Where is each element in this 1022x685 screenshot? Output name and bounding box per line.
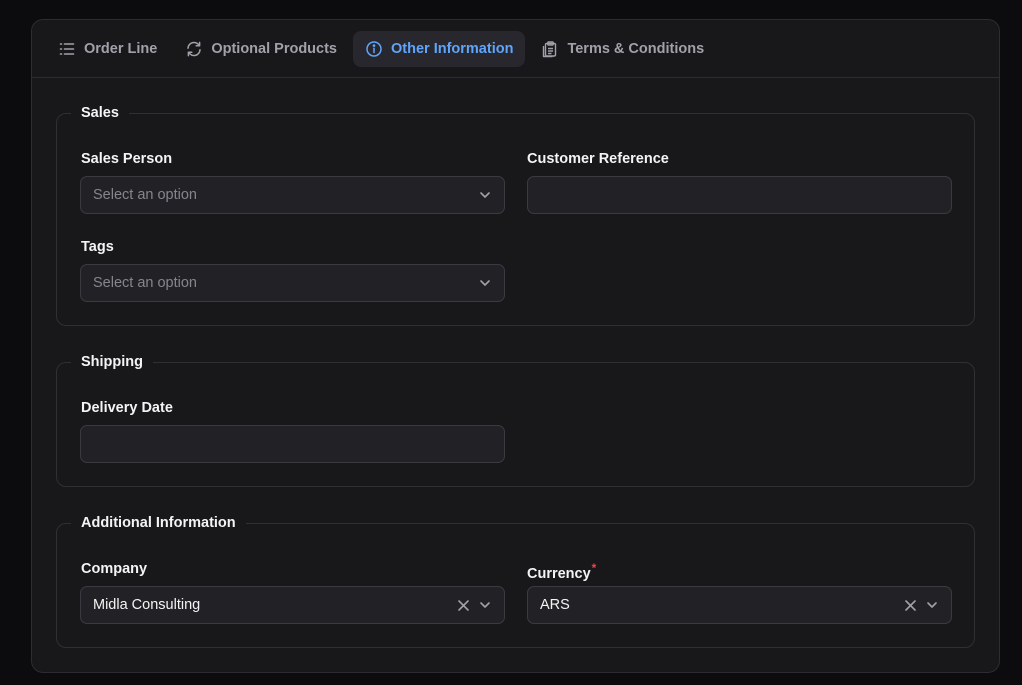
clipboard-icon xyxy=(541,40,559,58)
section-title: Sales xyxy=(81,105,119,121)
tab-optional-products[interactable]: Optional Products xyxy=(173,31,349,67)
select-placeholder: Select an option xyxy=(93,275,197,291)
currency-select[interactable]: ARS xyxy=(527,586,952,624)
tags-label: Tags xyxy=(81,239,114,255)
required-marker: * xyxy=(591,561,597,575)
currency-label-text: Currency xyxy=(527,565,591,582)
tab-label: Terms & Conditions xyxy=(567,40,705,57)
tab-other-information[interactable]: Other Information xyxy=(353,30,526,67)
customer-reference-label: Customer Reference xyxy=(527,151,669,167)
clear-icon[interactable] xyxy=(904,599,917,612)
form-panel: Order Line Optional Products Other Infor… xyxy=(31,19,1000,673)
company-select[interactable]: Midla Consulting xyxy=(80,586,505,624)
chevron-down-icon xyxy=(480,192,490,198)
tab-order-line[interactable]: Order Line xyxy=(46,31,169,67)
company-label: Company xyxy=(81,561,148,577)
tab-label: Other Information xyxy=(391,40,514,57)
refresh-icon xyxy=(185,40,203,58)
select-value: ARS xyxy=(540,597,570,613)
customer-reference-input[interactable] xyxy=(527,176,952,214)
tab-label: Order Line xyxy=(84,40,158,57)
delivery-date-input[interactable] xyxy=(80,425,505,463)
tab-bar: Order Line Optional Products Other Infor… xyxy=(32,20,999,78)
info-icon xyxy=(365,40,383,58)
additional-information-section: Additional Information xyxy=(56,514,975,648)
section-title: Shipping xyxy=(81,354,144,370)
sales-person-select[interactable]: Select an option xyxy=(80,176,505,214)
currency-label: Currency* xyxy=(527,561,596,582)
shipping-section: Shipping xyxy=(56,353,975,487)
chevron-down-icon xyxy=(480,280,490,286)
sales-person-label: Sales Person xyxy=(81,151,173,167)
list-icon xyxy=(58,40,76,58)
select-placeholder: Select an option xyxy=(93,187,197,203)
tags-select[interactable]: Select an option xyxy=(80,264,505,302)
chevron-down-icon xyxy=(927,602,937,608)
select-value: Midla Consulting xyxy=(93,597,201,613)
clear-icon[interactable] xyxy=(457,599,470,612)
tab-terms-conditions[interactable]: Terms & Conditions xyxy=(529,31,716,67)
chevron-down-icon xyxy=(480,602,490,608)
delivery-date-label: Delivery Date xyxy=(81,400,173,416)
section-title: Additional Information xyxy=(81,515,236,531)
tab-label: Optional Products xyxy=(211,40,337,57)
